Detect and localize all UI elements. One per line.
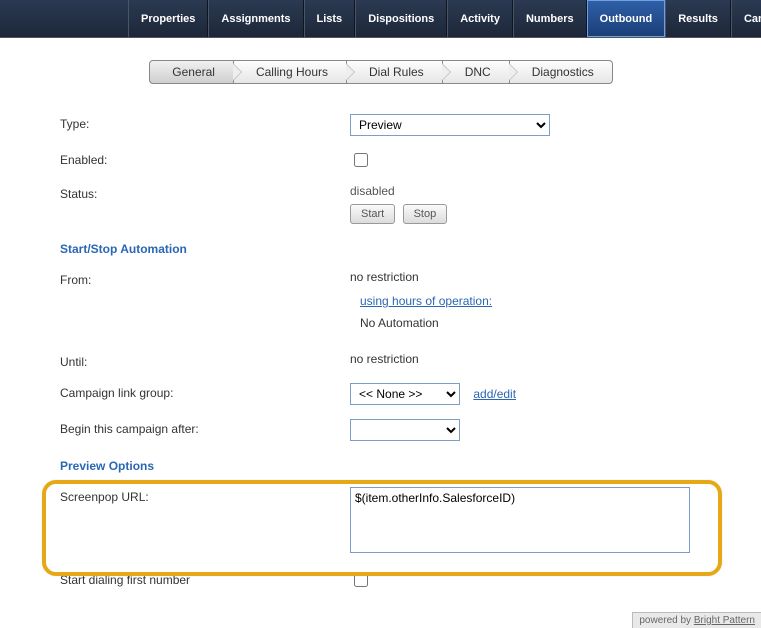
- startdial-checkbox[interactable]: [354, 573, 368, 587]
- type-label: Type:: [60, 114, 350, 131]
- screenpop-label: Screenpop URL:: [60, 487, 350, 504]
- subtab-general[interactable]: General: [149, 60, 234, 84]
- main-tabs: Properties Assignments Lists Disposition…: [0, 0, 761, 38]
- status-value: disabled: [350, 184, 721, 198]
- start-button[interactable]: Start: [350, 204, 395, 224]
- footer-text: powered by: [639, 615, 693, 626]
- type-select[interactable]: Preview: [350, 114, 550, 136]
- automation-header: Start/Stop Automation: [60, 242, 721, 256]
- tab-lists[interactable]: Lists: [304, 0, 356, 37]
- tab-results[interactable]: Results: [665, 0, 731, 37]
- tab-numbers[interactable]: Numbers: [513, 0, 587, 37]
- preview-header: Preview Options: [60, 459, 721, 473]
- screenpop-url-input[interactable]: [350, 487, 690, 553]
- sub-tabs: General Calling Hours Dial Rules DNC Dia…: [0, 60, 761, 84]
- from-label: From:: [60, 270, 350, 287]
- until-value: no restriction: [350, 352, 419, 366]
- tab-activity[interactable]: Activity: [447, 0, 513, 37]
- form-area: Type: Preview Enabled: Status: disabled …: [0, 114, 761, 590]
- subtab-diagnostics[interactable]: Diagnostics: [509, 60, 613, 84]
- tab-properties[interactable]: Properties: [128, 0, 208, 37]
- linkgroup-select[interactable]: << None >>: [350, 383, 460, 405]
- begin-select[interactable]: [350, 419, 460, 441]
- no-automation-text: No Automation: [360, 316, 439, 330]
- footer: powered by Bright Pattern: [632, 612, 761, 628]
- stop-button[interactable]: Stop: [403, 204, 448, 224]
- enabled-checkbox[interactable]: [354, 153, 368, 167]
- subtab-dial-rules[interactable]: Dial Rules: [346, 60, 443, 84]
- linkgroup-label: Campaign link group:: [60, 383, 350, 400]
- until-label: Until:: [60, 352, 350, 369]
- tab-outbound[interactable]: Outbound: [587, 0, 666, 37]
- tab-dispositions[interactable]: Dispositions: [355, 0, 447, 37]
- tab-canned[interactable]: Canned: [731, 0, 761, 37]
- begin-label: Begin this campaign after:: [60, 419, 350, 436]
- subtab-dnc[interactable]: DNC: [442, 60, 510, 84]
- from-value: no restriction: [350, 270, 419, 284]
- enabled-label: Enabled:: [60, 150, 350, 167]
- addedit-link[interactable]: add/edit: [473, 387, 516, 401]
- tab-assignments[interactable]: Assignments: [208, 0, 303, 37]
- hours-link[interactable]: using hours of operation:: [360, 294, 492, 308]
- status-label: Status:: [60, 184, 350, 201]
- footer-brand-link[interactable]: Bright Pattern: [694, 615, 755, 626]
- startdial-label: Start dialing first number: [60, 570, 350, 587]
- subtab-calling-hours[interactable]: Calling Hours: [233, 60, 347, 84]
